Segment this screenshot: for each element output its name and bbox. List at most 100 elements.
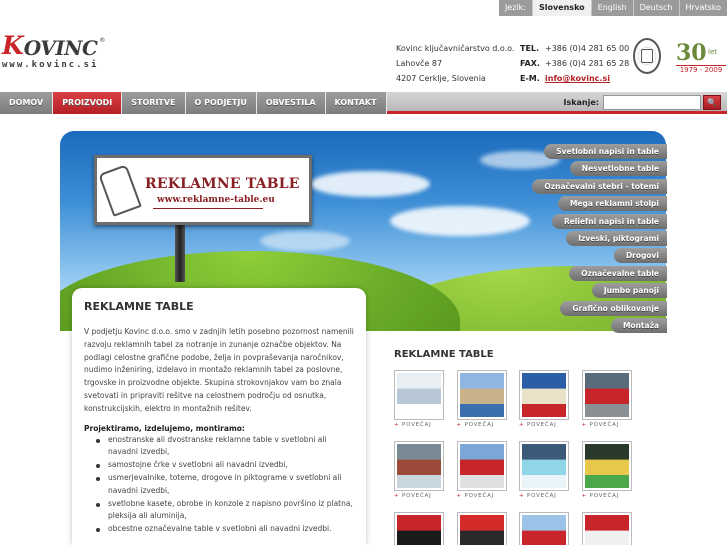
logo[interactable]: K OVINC ® www.kovinc.si (2, 31, 122, 70)
company-street: Lahovče 87 (396, 59, 443, 68)
product-side-menu: Svetlobni napisi in table Nesvetlobne ta… (532, 144, 667, 335)
billboard-title: REKLAMNE TABLE (145, 176, 300, 192)
cloud-image (310, 171, 430, 197)
search-icon: 🔍 (707, 98, 717, 107)
thumbnail-image (397, 515, 441, 545)
tel-value: +386 (0)4 281 65 00 (545, 44, 630, 53)
gallery-item[interactable]: + POVEČAJ (519, 441, 569, 499)
mail-label: E-M. (520, 74, 540, 83)
nav-item-domov[interactable]: DOMOV (0, 92, 54, 114)
anniversary-number: 30 (676, 40, 707, 66)
content-list: enostranske ali dvostranske reklamne tab… (96, 434, 354, 536)
enlarge-link[interactable]: + POVEČAJ (394, 493, 444, 499)
enlarge-link[interactable]: + POVEČAJ (519, 422, 569, 428)
side-menu-item[interactable]: Reliefni napisi in table (551, 213, 667, 229)
company-name: Kovinc ključavničarstvo d.o.o. (396, 44, 515, 53)
gallery-item[interactable]: + POVEČAJ (394, 370, 444, 428)
contact-mail: E-M. info@kovinc.si (520, 71, 629, 86)
nav-item-o-podjetju[interactable]: O PODJETJU (185, 92, 257, 114)
gallery-item[interactable]: + POVEČAJ (394, 512, 444, 545)
side-menu-item[interactable]: Grafično oblikovanje (560, 300, 667, 316)
gallery-item[interactable]: + POVEČAJ (456, 441, 507, 499)
language-label: Jezik: (498, 0, 532, 16)
thumbnail-image (522, 444, 566, 488)
logo-initial: K (2, 31, 24, 60)
side-menu-item[interactable]: Drogovi (613, 248, 667, 264)
gallery-item[interactable]: + POVEČAJ (581, 441, 632, 499)
thumbnail-image (584, 373, 629, 417)
certification-seal-icon (633, 38, 661, 74)
side-menu-item[interactable]: Svetlobni napisi in table (544, 144, 667, 159)
nav-item-obvestila[interactable]: OBVESTILA (256, 92, 326, 114)
enlarge-link[interactable]: + POVEČAJ (394, 422, 444, 428)
nav-item-kontakt[interactable]: KONTAKT (325, 92, 387, 114)
gallery-thumbnail[interactable] (394, 441, 444, 491)
enlarge-link[interactable]: + POVEČAJ (582, 493, 632, 499)
lang-option-hrvatsko[interactable]: Hrvatsko (678, 0, 727, 16)
enlarge-link[interactable]: + POVEČAJ (519, 493, 569, 499)
gallery-item[interactable]: + POVEČAJ (519, 512, 569, 545)
seal-emblem (641, 49, 653, 63)
gallery-thumbnail[interactable] (394, 370, 444, 420)
gallery-thumbnail[interactable] (519, 512, 569, 545)
content-box: REKLAMNE TABLE V podjetju Kovinc d.o.o. … (72, 288, 366, 545)
content-subheading: Projektiramo, izdelujemo, montiramo: (84, 423, 245, 433)
billboard-url: www.reklamne-table.eu (157, 195, 275, 205)
gallery-item[interactable]: + POVEČAJ (581, 370, 632, 428)
thumbnail-image (397, 373, 441, 417)
gallery-thumbnail[interactable] (456, 512, 507, 545)
side-menu-item[interactable]: Označevalni stebri - totemi (532, 178, 667, 194)
hand-icon (98, 164, 142, 217)
cloud-image (390, 206, 530, 236)
side-menu-item[interactable]: Izveski, piktogrami (566, 230, 667, 246)
company-city: 4207 Cerklje, Slovenia (396, 74, 486, 83)
logo-wordmark: K OVINC ® (2, 31, 122, 60)
gallery-item[interactable]: + POVEČAJ (456, 512, 507, 545)
gallery-item[interactable]: + POVEČAJ (581, 512, 632, 545)
thumbnail-image (397, 444, 441, 488)
enlarge-link[interactable]: + POVEČAJ (582, 422, 632, 428)
side-menu-item[interactable]: Jumbo panoji (591, 283, 667, 299)
enlarge-link[interactable]: + POVEČAJ (457, 493, 507, 499)
side-menu-item[interactable]: Montaža (610, 317, 667, 333)
search-label: Iskanje: (563, 98, 599, 107)
thumbnail-image (522, 373, 566, 417)
gallery-thumbnail[interactable] (519, 370, 569, 420)
page: Jezik: Slovensko English Deutsch Hrvatsk… (0, 0, 727, 545)
billboard-underline (153, 208, 263, 209)
gallery-thumbnail[interactable] (581, 441, 632, 491)
lang-option-slovensko[interactable]: Slovensko (531, 0, 591, 16)
anniversary-word: let (708, 48, 717, 56)
logo-url: www.kovinc.si (2, 60, 99, 70)
gallery-item[interactable]: + POVEČAJ (519, 370, 569, 428)
thumbnail-image (459, 515, 504, 545)
gallery-thumbnail[interactable] (456, 370, 507, 420)
nav-item-storitve[interactable]: STORITVE (122, 92, 186, 114)
list-item: usmerjevalnike, toteme, drogove in pikto… (96, 472, 354, 498)
contact-info: TEL. +386 (0)4 281 65 00 FAX. +386 (0)4 … (520, 41, 629, 86)
billboard-post (175, 222, 185, 282)
gallery-thumbnail[interactable] (456, 441, 507, 491)
gallery-item[interactable]: + POVEČAJ (394, 441, 444, 499)
side-menu-item[interactable]: Mega reklamni stolpi (557, 196, 667, 212)
side-menu-item[interactable]: Označevalne table (569, 265, 667, 281)
mail-link[interactable]: info@kovinc.si (545, 71, 610, 86)
gallery-thumbnail[interactable] (581, 370, 632, 420)
enlarge-link[interactable]: + POVEČAJ (457, 422, 507, 428)
gallery-item[interactable]: + POVEČAJ (456, 370, 507, 428)
gallery-thumbnail[interactable] (394, 512, 444, 545)
tel-label: TEL. (520, 44, 540, 53)
gallery-thumbnail[interactable] (519, 441, 569, 491)
company-address: Kovinc ključavničarstvo d.o.o. Lahovče 8… (396, 41, 514, 86)
lang-option-deutsch[interactable]: Deutsch (632, 0, 679, 16)
side-menu-item[interactable]: Nesvetlobne table (569, 161, 667, 177)
nav-item-proizvodi[interactable]: PROIZVODI (53, 92, 123, 114)
thumbnail-image (584, 515, 629, 545)
list-item: obcestne označevalne table v svetlobni a… (96, 523, 354, 536)
search-button[interactable]: 🔍 (703, 95, 721, 110)
fax-value: +386 (0)4 281 65 28 (545, 59, 630, 68)
lang-option-english[interactable]: English (590, 0, 633, 16)
thumbnail-image (522, 515, 566, 545)
search-input[interactable] (603, 95, 701, 110)
gallery-thumbnail[interactable] (581, 512, 632, 545)
